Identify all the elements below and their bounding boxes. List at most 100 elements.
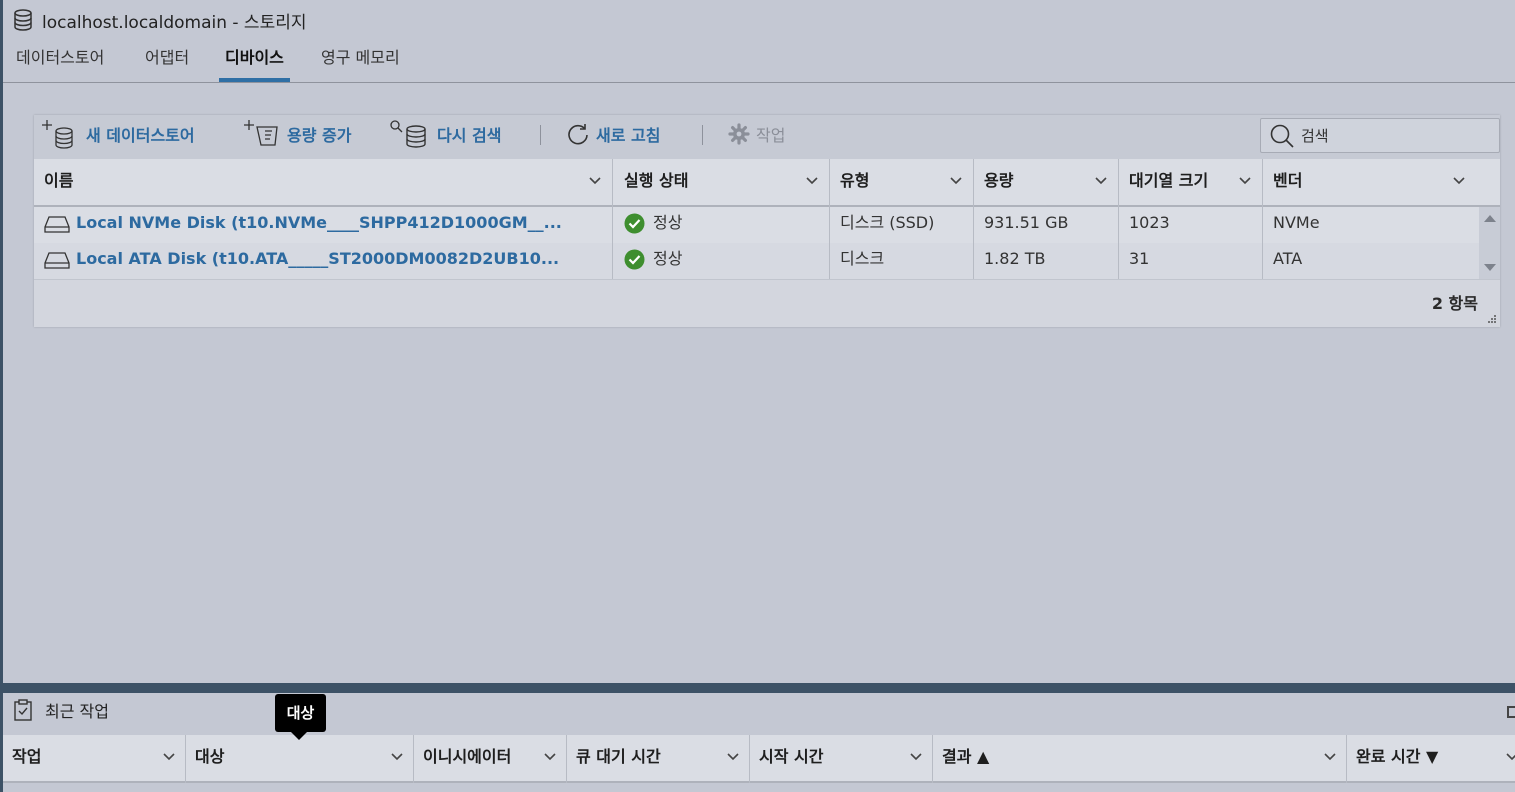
column-header-queue-depth[interactable]: 대기열 크기: [1119, 159, 1263, 207]
recent-tasks-title-bar: 최근 작업: [13, 697, 109, 723]
increase-capacity-icon: [244, 120, 278, 146]
actions-button[interactable]: 작업: [728, 118, 785, 150]
chevron-down-icon: [1324, 753, 1336, 761]
vertical-scrollbar[interactable]: [1480, 207, 1500, 279]
device-name-cell: Local ATA Disk (t10.ATA_____ST2000DM0082…: [34, 243, 613, 279]
status-text: 정상: [653, 213, 683, 232]
tasks-table-header: 작업 대상 이니시에이터 큐 대기 시간 시작 시간 결과 ▲ 완료 시간 ▼: [3, 735, 1515, 783]
tab-devices[interactable]: 디바이스: [219, 44, 290, 82]
column-label: 결과 ▲: [942, 747, 990, 766]
column-label: 완료 시간 ▼: [1356, 747, 1439, 766]
queue-depth-cell: 31: [1119, 243, 1263, 279]
column-header-initiator[interactable]: 이니시에이터: [414, 735, 567, 783]
table-header: 이름 실행 상태 유형 용량 대기열 크기 벤더: [34, 159, 1500, 207]
column-header-result[interactable]: 결과 ▲: [933, 735, 1347, 783]
tab-datastores[interactable]: 데이터스토어: [16, 44, 104, 82]
rescan-storage-icon: [390, 120, 426, 148]
chevron-down-icon: [910, 753, 922, 761]
chevron-down-icon: [544, 753, 556, 761]
status-cell: 정상: [614, 243, 830, 279]
gear-icon: [728, 123, 750, 145]
chevron-down-icon: [727, 753, 739, 761]
capacity-cell: 1.82 TB: [974, 243, 1119, 279]
tooltip-arrow: [290, 731, 308, 740]
column-label: 작업: [12, 747, 42, 766]
tab-persistent-memory[interactable]: 영구 메모리: [321, 44, 400, 82]
chevron-down-icon: [950, 177, 962, 185]
column-label: 시작 시간: [759, 747, 824, 766]
rescan-label: 다시 검색: [437, 126, 502, 145]
column-tooltip: 대상: [275, 694, 326, 732]
column-header-target[interactable]: 대상: [186, 735, 414, 783]
vendor-cell: ATA: [1273, 249, 1303, 268]
database-icon: [14, 9, 32, 31]
status-text: 정상: [653, 249, 683, 268]
column-label: 대상: [195, 747, 225, 766]
table-row[interactable]: Local NVMe Disk (t10.NVMe____SHPP412D100…: [34, 207, 1479, 243]
table-row[interactable]: Local ATA Disk (t10.ATA_____ST2000DM0082…: [34, 243, 1479, 279]
column-header-queued-time[interactable]: 큐 대기 시간: [567, 735, 750, 783]
disk-icon: [44, 215, 70, 233]
refresh-icon: [568, 124, 588, 145]
column-label: 벤더: [1273, 171, 1303, 190]
resize-handle-icon[interactable]: [1487, 314, 1497, 324]
grid-toolbar: 새 데이터스토어 용량 증가 다시 검색 새로 고침 작업 검색: [34, 115, 1500, 159]
column-header-completion-time[interactable]: 완료 시간 ▼: [1347, 735, 1515, 783]
type-cell: 디스크: [830, 243, 974, 279]
recent-tasks-title: 최근 작업: [45, 702, 109, 721]
clipboard-check-icon: [14, 699, 32, 721]
column-header-type[interactable]: 유형: [830, 159, 974, 207]
column-label: 용량: [984, 171, 1014, 190]
chevron-down-icon: [391, 753, 403, 761]
chevron-down-icon: [1239, 177, 1251, 185]
chevron-down-icon: [1506, 753, 1515, 761]
recent-tasks-panel: 최근 작업 작업 대상 이니시에이터 큐 대기 시간 시작 시간 결과 ▲ 완료…: [3, 693, 1515, 792]
column-header-capacity[interactable]: 용량: [974, 159, 1119, 207]
device-name-cell: Local NVMe Disk (t10.NVMe____SHPP412D100…: [34, 207, 613, 243]
capacity-cell: 931.51 GB: [974, 207, 1119, 243]
column-header-task[interactable]: 작업: [3, 735, 186, 783]
refresh-button[interactable]: 새로 고침: [566, 118, 660, 150]
toolbar-divider: [702, 125, 703, 145]
vendor-cell: NVMe: [1273, 213, 1320, 232]
add-datastore-icon: [42, 120, 73, 149]
column-label: 대기열 크기: [1129, 171, 1209, 190]
storage-panel: localhost.localdomain - 스토리지 데이터스토어 어댑터 …: [3, 0, 1515, 683]
tab-bar: 데이터스토어 어댑터 디바이스 영구 메모리: [3, 44, 1515, 83]
column-label: 실행 상태: [624, 171, 689, 190]
chevron-down-icon: [806, 177, 818, 185]
new-datastore-button[interactable]: 새 데이터스토어: [40, 118, 195, 150]
item-count: 2 항목: [1431, 294, 1478, 313]
rescan-button[interactable]: 다시 검색: [389, 118, 501, 150]
actions-label: 작업: [756, 126, 786, 145]
refresh-label: 새로 고침: [596, 126, 661, 145]
scroll-up-icon[interactable]: [1480, 211, 1500, 225]
column-header-name[interactable]: 이름: [34, 159, 613, 207]
search-input[interactable]: [1301, 126, 1491, 145]
column-header-start-time[interactable]: 시작 시간: [750, 735, 933, 783]
panel-toggle-icon[interactable]: [1507, 706, 1515, 718]
toolbar-divider: [540, 125, 541, 145]
device-name-link[interactable]: Local ATA Disk (t10.ATA_____ST2000DM0082…: [76, 249, 559, 268]
status-cell: 정상: [614, 207, 830, 243]
column-header-status[interactable]: 실행 상태: [614, 159, 830, 207]
check-circle-icon: [624, 213, 645, 233]
chevron-down-icon: [1095, 177, 1107, 185]
increase-capacity-button[interactable]: 용량 증가: [243, 118, 351, 150]
queue-depth-cell: 1023: [1119, 207, 1263, 243]
new-datastore-label: 새 데이터스토어: [86, 126, 195, 145]
type-cell: 디스크 (SSD): [830, 207, 974, 243]
column-label: 이름: [44, 171, 74, 190]
column-label: 이니시에이터: [423, 747, 512, 766]
window-title-bar: localhost.localdomain - 스토리지: [13, 8, 307, 33]
column-label: 유형: [840, 171, 870, 190]
disk-icon: [44, 251, 70, 269]
device-name-link[interactable]: Local NVMe Disk (t10.NVMe____SHPP412D100…: [76, 213, 562, 232]
tab-adapters[interactable]: 어댑터: [145, 44, 189, 82]
chevron-down-icon: [1453, 177, 1465, 185]
scroll-down-icon[interactable]: [1480, 261, 1500, 275]
column-label: 큐 대기 시간: [576, 747, 661, 766]
chevron-down-icon: [589, 177, 601, 185]
window-title: localhost.localdomain - 스토리지: [42, 12, 307, 33]
column-header-vendor[interactable]: 벤더: [1263, 159, 1500, 207]
